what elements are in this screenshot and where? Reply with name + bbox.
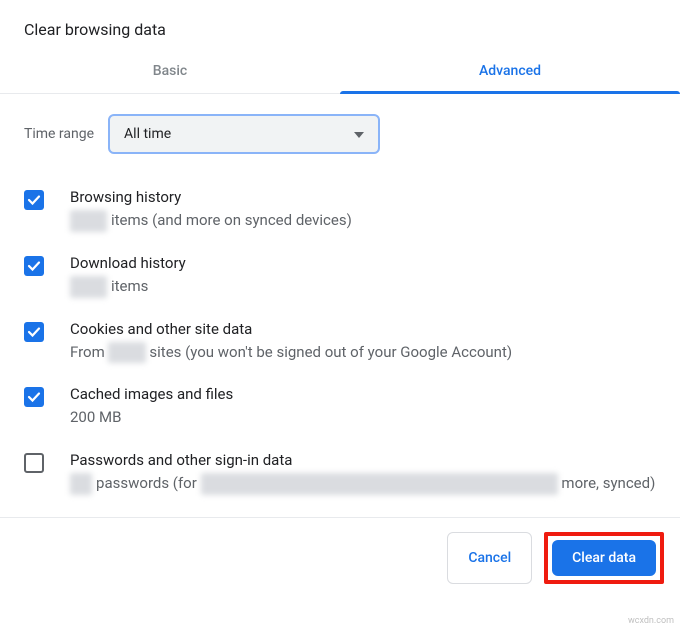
item-title: Cached images and files [70, 385, 656, 403]
item-title: Download history [70, 254, 656, 272]
item-title: Passwords and other sign-in data [70, 451, 656, 469]
item-title: Cookies and other site data [70, 320, 656, 338]
redacted-count: xxx [70, 473, 92, 495]
tab-advanced[interactable]: Advanced [340, 57, 680, 93]
checkbox-passwords[interactable] [24, 453, 44, 473]
chevron-down-icon [354, 126, 364, 142]
dialog-footer: Cancel Clear data [0, 517, 680, 598]
check-icon [27, 390, 41, 404]
redacted-count: xxxxx [108, 342, 145, 364]
checkbox-download-history[interactable] [24, 256, 44, 276]
redacted-count: xxxxx [70, 210, 107, 232]
redacted-count: xxxxx [70, 276, 107, 298]
item-cached: Cached images and files 200 MB [24, 385, 656, 429]
dialog-title: Clear browsing data [0, 0, 680, 57]
item-sub: From xxxxx sites (you won't be signed ou… [70, 342, 656, 364]
time-range-label: Time range [24, 126, 94, 142]
check-icon [27, 325, 41, 339]
clear-data-button[interactable]: Clear data [552, 540, 656, 576]
item-cookies: Cookies and other site data From xxxxx s… [24, 320, 656, 364]
redacted-sites: xxxxxxxxxxxxxxxxxxxxxxxxxxxxxxxxxxxxxxxx… [201, 473, 558, 495]
item-download-history: Download history xxxxx items [24, 254, 656, 298]
tab-basic[interactable]: Basic [0, 57, 340, 93]
checkbox-browsing-history[interactable] [24, 190, 44, 210]
check-icon [27, 259, 41, 273]
item-passwords: Passwords and other sign-in data xxx pas… [24, 451, 656, 495]
item-browsing-history: Browsing history xxxxx items (and more o… [24, 188, 656, 232]
checkbox-cookies[interactable] [24, 322, 44, 342]
item-title: Browsing history [70, 188, 656, 206]
time-range-value: All time [124, 126, 171, 142]
item-sub: xxxxx items (and more on synced devices) [70, 210, 656, 232]
check-icon [27, 193, 41, 207]
item-sub: 200 MB [70, 407, 656, 429]
item-sub: xxx passwords (for xxxxxxxxxxxxxxxxxxxxx… [70, 473, 656, 495]
item-sub: xxxxx items [70, 276, 656, 298]
cancel-button[interactable]: Cancel [447, 532, 532, 584]
highlight-annotation: Clear data [544, 532, 664, 584]
tabs: Basic Advanced [0, 57, 680, 94]
watermark: wcxdn.com [628, 616, 674, 626]
time-range-select[interactable]: All time [108, 114, 380, 154]
checkbox-cached[interactable] [24, 387, 44, 407]
